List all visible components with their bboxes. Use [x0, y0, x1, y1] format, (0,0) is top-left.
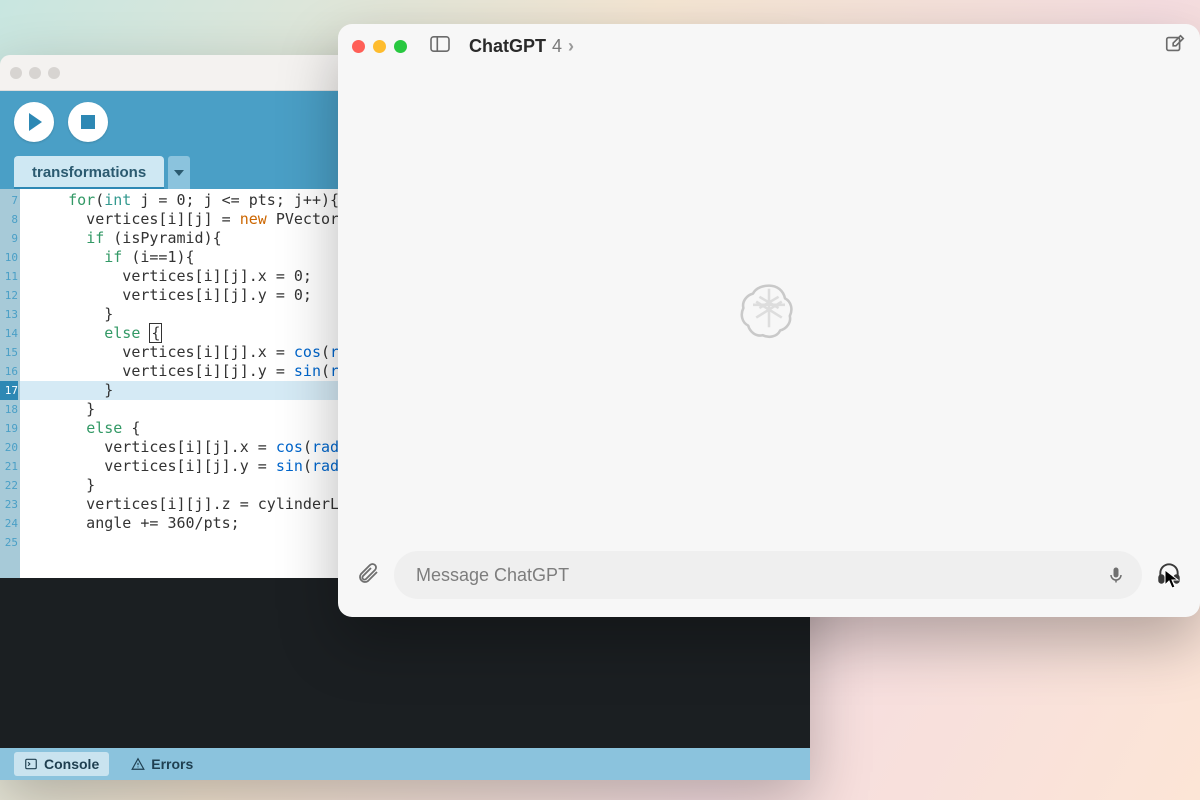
ide-traffic-lights: [10, 67, 60, 79]
microphone-icon[interactable]: [1106, 565, 1126, 585]
stop-icon: [81, 115, 95, 129]
new-chat-button[interactable]: [1164, 33, 1186, 60]
paperclip-icon: [356, 561, 380, 585]
ide-status-bar: Console Errors: [0, 748, 810, 780]
ide-traffic-min[interactable]: [29, 67, 41, 79]
warning-icon: [131, 757, 145, 771]
compose-icon: [1164, 33, 1186, 55]
chat-titlebar[interactable]: ChatGPT 4 ›: [338, 24, 1200, 68]
run-button[interactable]: [14, 102, 54, 142]
model-selector[interactable]: ChatGPT 4 ›: [469, 36, 574, 57]
errors-tab[interactable]: Errors: [131, 756, 193, 772]
window-close-button[interactable]: [352, 40, 365, 53]
chat-body: [338, 68, 1200, 547]
ide-traffic-close[interactable]: [10, 67, 22, 79]
openai-logo-icon: [737, 276, 801, 340]
console-tab[interactable]: Console: [14, 752, 109, 776]
message-input[interactable]: Message ChatGPT: [394, 551, 1142, 599]
window-zoom-button[interactable]: [394, 40, 407, 53]
chatgpt-window: ChatGPT 4 › Message ChatGPT: [338, 24, 1200, 617]
sidebar-toggle-button[interactable]: [429, 35, 451, 58]
play-icon: [29, 113, 42, 131]
terminal-icon: [24, 757, 38, 771]
ide-traffic-max[interactable]: [48, 67, 60, 79]
sidebar-icon: [429, 35, 451, 53]
chat-input-bar: Message ChatGPT: [338, 547, 1200, 617]
line-number-gutter: 78910111213141516171819202122232425: [0, 189, 20, 578]
chevron-right-icon: ›: [568, 36, 574, 57]
model-version: 4: [552, 36, 562, 57]
stop-button[interactable]: [68, 102, 108, 142]
mouse-cursor-icon: [1164, 569, 1180, 589]
window-minimize-button[interactable]: [373, 40, 386, 53]
message-placeholder: Message ChatGPT: [416, 565, 1096, 586]
attach-button[interactable]: [356, 561, 380, 590]
chat-traffic-lights: [352, 40, 407, 53]
sketch-tab[interactable]: transformations: [14, 156, 164, 189]
app-name: ChatGPT: [469, 36, 546, 57]
tab-menu-button[interactable]: [168, 156, 190, 189]
